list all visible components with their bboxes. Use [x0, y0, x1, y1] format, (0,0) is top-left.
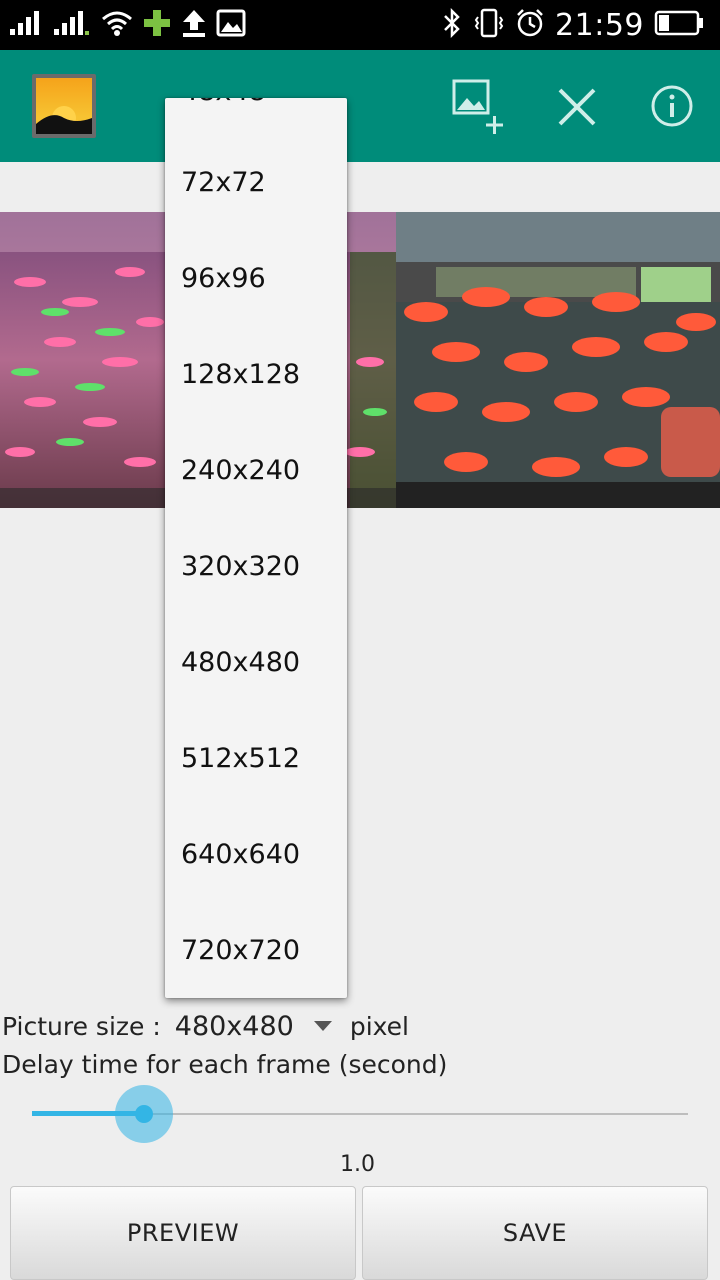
chevron-down-icon[interactable]: [313, 1021, 332, 1031]
delay-label: Delay time for each frame (second): [2, 1050, 448, 1079]
dropdown-item[interactable]: 720x720: [181, 931, 300, 971]
dropdown-item-partial[interactable]: 48x48: [181, 98, 266, 107]
picture-size-spinner[interactable]: 480x480: [175, 1011, 294, 1042]
dropdown-item[interactable]: 480x480: [181, 643, 300, 683]
add-image-icon[interactable]: [450, 78, 506, 134]
signal-icon: [8, 9, 44, 41]
delay-value: 1.0: [340, 1152, 375, 1177]
status-time: 21:59: [555, 7, 644, 43]
plus-icon: [142, 8, 172, 42]
status-bar: 21:59: [0, 0, 720, 50]
dropdown-item[interactable]: 640x640: [181, 835, 300, 875]
battery-icon: [654, 8, 706, 42]
app-logo: [32, 74, 96, 138]
dropdown-item[interactable]: 72x72: [181, 163, 266, 203]
wifi-icon: [100, 9, 134, 41]
upload-icon: [180, 8, 208, 42]
close-icon[interactable]: [550, 78, 606, 134]
vibrate-icon: [473, 8, 505, 42]
dropdown-item[interactable]: 128x128: [181, 355, 300, 395]
picture-size-label: Picture size :: [2, 1011, 161, 1041]
delay-slider-thumb[interactable]: [134, 1105, 153, 1123]
dropdown-item[interactable]: 240x240: [181, 451, 300, 491]
gallery-image[interactable]: [396, 212, 720, 508]
signal-icon: [52, 9, 92, 41]
save-button[interactable]: SAVE: [362, 1186, 708, 1280]
preview-button[interactable]: PREVIEW: [10, 1186, 356, 1280]
dropdown-item[interactable]: 320x320: [181, 547, 300, 587]
image-gallery: [0, 212, 720, 508]
app-bar: [0, 50, 720, 162]
picture-size-dropdown: 48x48 72x72 96x96 128x128 240x240 320x32…: [165, 98, 347, 998]
dropdown-item[interactable]: 512x512: [181, 739, 300, 779]
bluetooth-icon: [441, 7, 463, 42]
picture-size-row: Picture size : 480x480 pixel: [2, 1006, 409, 1046]
alarm-icon: [515, 8, 545, 42]
dropdown-item[interactable]: 96x96: [181, 259, 266, 299]
picture-size-unit: pixel: [349, 1011, 409, 1041]
info-icon[interactable]: [646, 78, 702, 134]
image-icon: [216, 8, 246, 42]
